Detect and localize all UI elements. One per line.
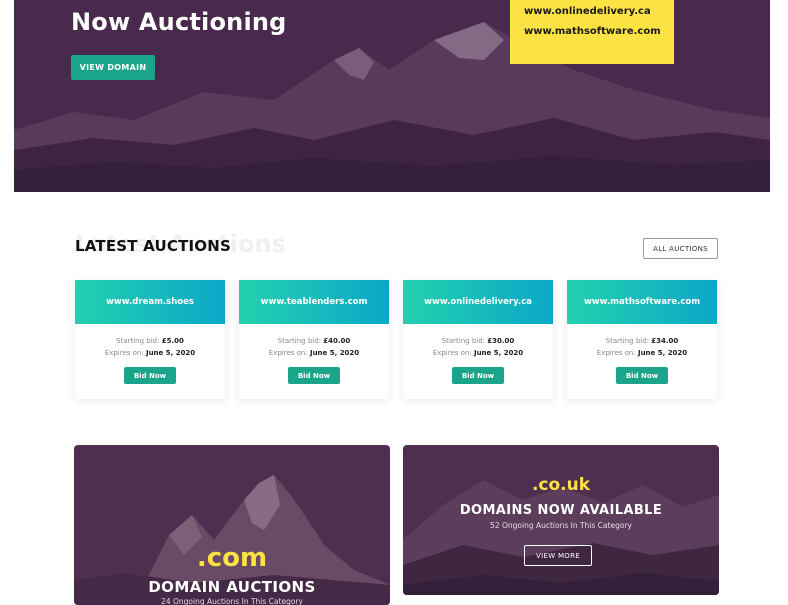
auction-card-domain[interactable]: www.mathsoftware.com xyxy=(567,280,717,324)
expiry-value: June 5, 2020 xyxy=(309,349,360,357)
expiry-date: Expires on: June 5, 2020 xyxy=(75,349,225,357)
expiry-label: Expires on: xyxy=(596,349,636,357)
all-auctions-button[interactable]: ALL AUCTIONS xyxy=(643,238,718,259)
starting-bid-value: £40.00 xyxy=(323,337,351,345)
starting-bid-label: Starting bid: xyxy=(277,337,322,345)
hero-title: Now Auctioning xyxy=(71,8,287,36)
view-more-button[interactable]: VIEW MORE xyxy=(524,545,592,566)
expiry-date: Expires on: June 5, 2020 xyxy=(239,349,389,357)
featured-domain-link[interactable]: www.mathsoftware.com xyxy=(524,26,661,37)
couk-subtitle: 52 Ongoing Auctions In This Category xyxy=(490,521,632,530)
expiry-label: Expires on: xyxy=(104,349,144,357)
bid-now-button[interactable]: Bid Now xyxy=(452,367,504,384)
bid-now-button[interactable]: Bid Now xyxy=(288,367,340,384)
starting-bid-value: £34.00 xyxy=(651,337,679,345)
starting-bid: Starting bid: £5.00 xyxy=(75,337,225,345)
auction-card-domain[interactable]: www.teablenders.com xyxy=(239,280,389,324)
starting-bid: Starting bid: £34.00 xyxy=(567,337,717,345)
couk-auctions-panel[interactable]: .co.uk DOMAINS NOW AVAILABLE 52 Ongoing … xyxy=(403,445,719,595)
expiry-value: June 5, 2020 xyxy=(473,349,524,357)
bid-now-button[interactable]: Bid Now xyxy=(124,367,176,384)
bid-now-button[interactable]: Bid Now xyxy=(616,367,668,384)
expiry-value: June 5, 2020 xyxy=(637,349,688,357)
couk-title: DOMAINS NOW AVAILABLE xyxy=(459,503,663,518)
com-extension: .com xyxy=(196,543,268,573)
featured-domain-link[interactable]: www.onlinedelivery.ca xyxy=(524,6,651,17)
com-title: DOMAIN AUCTIONS xyxy=(148,578,316,596)
auction-card-domain[interactable]: www.dream.shoes xyxy=(75,280,225,324)
expiry-label: Expires on: xyxy=(432,349,472,357)
starting-bid-label: Starting bid: xyxy=(441,337,486,345)
auction-card: www.mathsoftware.com Starting bid: £34.0… xyxy=(567,280,717,399)
expiry-label: Expires on: xyxy=(268,349,308,357)
section-title: LATEST AUCTIONS xyxy=(75,237,231,255)
com-subtitle: 24 Ongoing Auctions In This Category xyxy=(161,597,303,605)
expiry-date: Expires on: June 5, 2020 xyxy=(567,349,717,357)
starting-bid-label: Starting bid: xyxy=(605,337,650,345)
auction-card: www.teablenders.com Starting bid: £40.00… xyxy=(239,280,389,399)
couk-extension: .co.uk xyxy=(531,475,591,495)
starting-bid-value: £30.00 xyxy=(487,337,515,345)
valley-background-image xyxy=(403,480,719,595)
starting-bid-value: £5.00 xyxy=(161,337,184,345)
expiry-value: June 5, 2020 xyxy=(145,349,196,357)
expiry-date: Expires on: June 5, 2020 xyxy=(403,349,553,357)
starting-bid: Starting bid: £30.00 xyxy=(403,337,553,345)
featured-domains-box: www.onlinedelivery.ca www.mathsoftware.c… xyxy=(510,0,674,64)
auction-card: www.onlinedelivery.ca Starting bid: £30.… xyxy=(403,280,553,399)
auction-card-domain[interactable]: www.onlinedelivery.ca xyxy=(403,280,553,324)
auction-card: www.dream.shoes Starting bid: £5.00 Expi… xyxy=(75,280,225,399)
com-auctions-panel[interactable]: .com DOMAIN AUCTIONS 24 Ongoing Auctions… xyxy=(74,445,390,605)
starting-bid: Starting bid: £40.00 xyxy=(239,337,389,345)
view-domain-button[interactable]: VIEW DOMAIN xyxy=(71,55,155,80)
hero-banner: Now Auctioning VIEW DOMAIN www.onlinedel… xyxy=(14,0,770,192)
starting-bid-label: Starting bid: xyxy=(116,337,160,345)
